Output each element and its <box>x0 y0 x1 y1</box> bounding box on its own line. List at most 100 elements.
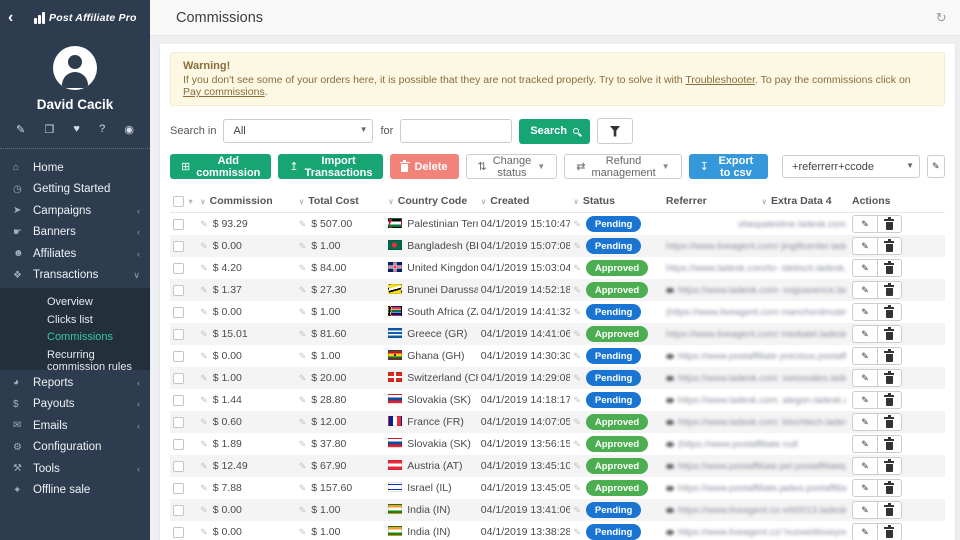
search-scope-select[interactable]: All <box>223 119 373 143</box>
edit-row-button[interactable]: ✎ <box>852 479 877 497</box>
edit-row-button[interactable]: ✎ <box>852 501 877 519</box>
edit-inline-icon[interactable]: ✎ <box>200 439 208 449</box>
edit-row-button[interactable]: ✎ <box>852 259 877 277</box>
edit-inline-icon[interactable]: ✎ <box>299 373 307 383</box>
delete-row-button[interactable] <box>877 523 902 540</box>
delete-row-button[interactable] <box>877 347 902 365</box>
edit-inline-icon[interactable]: ✎ <box>200 351 208 361</box>
edit-inline-icon[interactable]: ✎ <box>573 263 581 273</box>
edit-inline-icon[interactable]: ✎ <box>573 483 581 493</box>
header-country-code[interactable]: ∨Country Code <box>385 190 478 213</box>
edit-inline-icon[interactable]: ✎ <box>573 395 581 405</box>
row-checkbox[interactable] <box>173 395 184 406</box>
sidebar-subitem-overview[interactable]: Overview <box>0 294 150 312</box>
header-total-cost[interactable]: ∨Total Cost <box>296 190 386 213</box>
edit-inline-icon[interactable]: ✎ <box>573 439 581 449</box>
sidebar-subitem-recurring-commission-rules[interactable]: Recurring commission rules <box>0 347 150 365</box>
sidebar-item-transactions[interactable]: ❖ Transactions ∨ <box>0 265 150 287</box>
delete-row-button[interactable] <box>877 237 902 255</box>
edit-inline-icon[interactable]: ✎ <box>299 241 307 251</box>
edit-row-button[interactable]: ✎ <box>852 303 877 321</box>
row-checkbox[interactable] <box>173 241 184 252</box>
edit-inline-icon[interactable]: ✎ <box>299 505 307 515</box>
edit-row-button[interactable]: ✎ <box>852 325 877 343</box>
row-checkbox[interactable] <box>173 329 184 340</box>
header-created[interactable]: ∨Created <box>478 190 571 213</box>
edit-inline-icon[interactable]: ✎ <box>299 351 307 361</box>
edit-inline-icon[interactable]: ✎ <box>573 461 581 471</box>
sidebar-item-getting-started[interactable]: ◷ Getting Started <box>0 179 150 201</box>
monitor-icon[interactable]: ❐ <box>44 123 54 136</box>
edit-inline-icon[interactable]: ✎ <box>299 527 307 537</box>
edit-inline-icon[interactable]: ✎ <box>573 329 581 339</box>
refresh-icon[interactable]: ↻ <box>936 10 947 26</box>
edit-inline-icon[interactable]: ✎ <box>573 241 581 251</box>
delete-row-button[interactable] <box>877 303 902 321</box>
search-button[interactable]: Search <box>519 119 590 144</box>
sidebar-item-payouts[interactable]: $ Payouts ‹ <box>0 394 150 416</box>
edit-inline-icon[interactable]: ✎ <box>200 395 208 405</box>
header-status[interactable]: ∨Status <box>570 190 663 213</box>
sidebar-item-emails[interactable]: ✉ Emails ‹ <box>0 415 150 437</box>
edit-row-button[interactable]: ✎ <box>852 435 877 453</box>
row-checkbox[interactable] <box>173 307 184 318</box>
export-csv-button[interactable]: ↧Export to csv <box>689 154 768 179</box>
avatar[interactable] <box>53 46 97 90</box>
edit-inline-icon[interactable]: ✎ <box>573 285 581 295</box>
edit-row-button[interactable]: ✎ <box>852 215 877 233</box>
header-commission[interactable]: ∨Commission <box>197 190 296 213</box>
delete-row-button[interactable] <box>877 259 902 277</box>
delete-row-button[interactable] <box>877 435 902 453</box>
edit-row-button[interactable]: ✎ <box>852 281 877 299</box>
sidebar-item-affiliates[interactable]: ☻ Affiliates ‹ <box>0 243 150 265</box>
edit-row-button[interactable]: ✎ <box>852 347 877 365</box>
edit-row-button[interactable]: ✎ <box>852 523 877 540</box>
edit-inline-icon[interactable]: ✎ <box>200 461 208 471</box>
edit-inline-icon[interactable]: ✎ <box>573 351 581 361</box>
edit-row-button[interactable]: ✎ <box>852 391 877 409</box>
sidebar-subitem-commissions[interactable]: Commissions <box>0 329 150 347</box>
delete-row-button[interactable] <box>877 479 902 497</box>
edit-inline-icon[interactable]: ✎ <box>299 461 307 471</box>
edit-row-button[interactable]: ✎ <box>852 457 877 475</box>
columns-preset-select[interactable]: +referrerr+ccode <box>782 155 920 178</box>
row-checkbox[interactable] <box>173 527 184 538</box>
edit-row-button[interactable]: ✎ <box>852 413 877 431</box>
edit-columns-button[interactable]: ✎ <box>927 155 945 178</box>
sidebar-item-banners[interactable]: ☛ Banners ‹ <box>0 222 150 244</box>
edit-inline-icon[interactable]: ✎ <box>573 373 581 383</box>
sidebar-item-tools[interactable]: ⚒ Tools ‹ <box>0 458 150 480</box>
edit-inline-icon[interactable]: ✎ <box>200 527 208 537</box>
edit-inline-icon[interactable]: ✎ <box>573 307 581 317</box>
row-checkbox[interactable] <box>173 219 184 230</box>
row-checkbox[interactable] <box>173 351 184 362</box>
sidebar-item-configuration[interactable]: ⚙ Configuration <box>0 437 150 459</box>
edit-inline-icon[interactable]: ✎ <box>299 307 307 317</box>
delete-row-button[interactable] <box>877 457 902 475</box>
delete-row-button[interactable] <box>877 369 902 387</box>
add-commission-button[interactable]: ⊞Add commission <box>170 154 271 179</box>
row-checkbox[interactable] <box>173 373 184 384</box>
collapse-sidebar-button[interactable]: ‹ <box>8 9 26 27</box>
sidebar-item-home[interactable]: ⌂ Home <box>0 157 150 179</box>
sidebar-subitem-clicks-list[interactable]: Clicks list <box>0 312 150 330</box>
row-checkbox[interactable] <box>173 461 184 472</box>
delete-button[interactable]: Delete <box>390 154 458 179</box>
sidebar-item-reports[interactable]: ◕ Reports ‹ <box>0 372 150 394</box>
import-transactions-button[interactable]: ↥Import Transactions <box>278 154 383 179</box>
edit-inline-icon[interactable]: ✎ <box>573 219 581 229</box>
edit-inline-icon[interactable]: ✎ <box>299 395 307 405</box>
edit-inline-icon[interactable]: ✎ <box>573 527 581 537</box>
delete-row-button[interactable] <box>877 215 902 233</box>
sidebar-item-offline-sale[interactable]: ✦ Offline sale <box>0 480 150 502</box>
edit-inline-icon[interactable]: ✎ <box>299 263 307 273</box>
edit-inline-icon[interactable]: ✎ <box>200 483 208 493</box>
power-icon[interactable]: ◉ <box>124 123 134 136</box>
edit-inline-icon[interactable]: ✎ <box>200 241 208 251</box>
sidebar-item-campaigns[interactable]: ➤ Campaigns ‹ <box>0 200 150 222</box>
edit-inline-icon[interactable]: ✎ <box>299 417 307 427</box>
change-status-button[interactable]: ⇅Change status▼ <box>466 154 558 179</box>
edit-inline-icon[interactable]: ✎ <box>299 439 307 449</box>
search-input[interactable] <box>400 119 512 143</box>
pencil-icon[interactable]: ✎ <box>16 123 25 136</box>
